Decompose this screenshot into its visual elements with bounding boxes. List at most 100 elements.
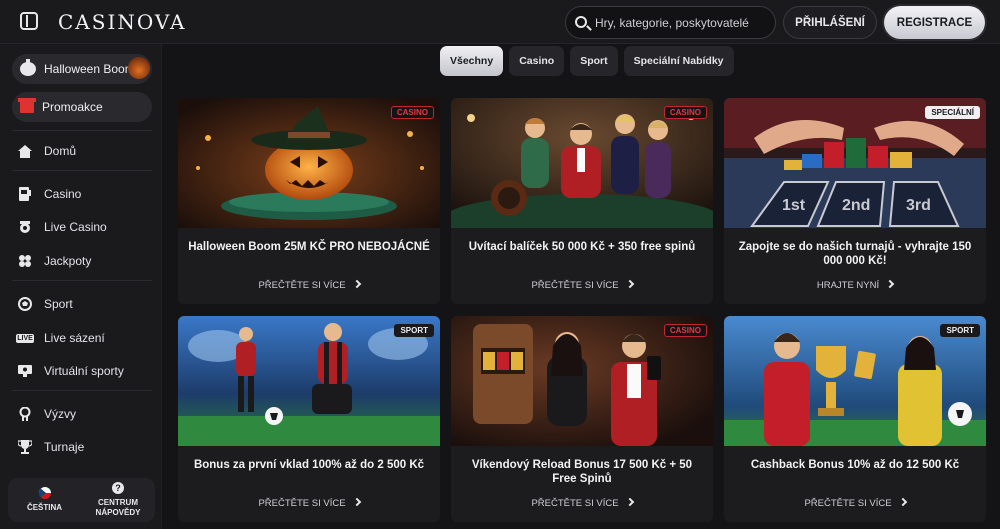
cta-label: PŘEČTĚTE SI VÍCE: [258, 280, 346, 291]
svg-text:3rd: 3rd: [906, 197, 931, 214]
sidebar-item-label: Domů: [44, 144, 77, 158]
medal-icon: [18, 407, 32, 421]
sidebar-item-label: Sport: [44, 297, 73, 311]
read-more-link[interactable]: PŘEČTĚTE SI VÍCE: [178, 497, 440, 509]
sidebar-item-label: Halloween Boom: [44, 62, 135, 76]
sidebar-item-sport[interactable]: Sport: [18, 294, 73, 314]
sidebar-item-label: Turnaje: [44, 440, 85, 454]
search-box[interactable]: [565, 6, 776, 39]
filter-special-offers[interactable]: Speciální Nabídky: [623, 46, 734, 76]
chevron-right-icon: [352, 497, 361, 507]
register-button[interactable]: REGISTRACE: [884, 6, 985, 39]
card-title: Zapojte se do našich turnajů - vyhrajte …: [738, 241, 972, 267]
cta-label: PŘEČTĚTE SI VÍCE: [804, 498, 892, 509]
play-now-link[interactable]: HRAJTE NYNÍ: [724, 279, 986, 291]
sidebar-item-live-casino[interactable]: Live Casino: [18, 217, 107, 237]
filter-sport[interactable]: Sport: [570, 46, 618, 76]
help-label-line1: CENTRUM: [98, 498, 138, 507]
divider: [12, 280, 152, 281]
read-more-link[interactable]: PŘEČTĚTE SI VÍCE: [724, 497, 986, 509]
sidebar-item-label: Virtuální sporty: [44, 364, 124, 378]
pumpkin-decoration: [128, 57, 150, 79]
cta-label: PŘEČTĚTE SI VÍCE: [531, 280, 619, 291]
sidebar: Halloween Boom Promoakce Domů Casino Liv…: [0, 44, 162, 529]
card-title: Víkendový Reload Bonus 17 500 Kč + 50 Fr…: [471, 459, 693, 485]
chevron-right-icon: [625, 279, 634, 289]
svg-text:2nd: 2nd: [842, 197, 870, 214]
chevron-right-icon: [352, 279, 361, 289]
filter-casino[interactable]: Casino: [509, 46, 565, 76]
sidebar-footer: ČEŠTINA ? CENTRUM NÁPOVĚDY: [8, 478, 155, 522]
chevron-right-icon: [625, 497, 634, 507]
search-icon: [575, 16, 587, 28]
help-center-button[interactable]: ? CENTRUM NÁPOVĚDY: [81, 478, 155, 522]
sidebar-item-label: Výzvy: [44, 407, 77, 421]
read-more-link[interactable]: PŘEČTĚTE SI VÍCE: [451, 497, 713, 509]
category-badge: CASINO: [663, 324, 707, 337]
pumpkin-icon: [20, 59, 36, 76]
card-title: Uvítací balíček 50 000 Kč + 350 free spi…: [468, 241, 696, 253]
sidebar-item-virtual-sports[interactable]: Virtuální sporty: [18, 361, 124, 381]
promo-card[interactable]: CASINO Halloween Boom 25M KČ PRO NEBOJÁC…: [178, 98, 440, 304]
sidebar-item-label: Promoakce: [42, 100, 103, 114]
divider: [12, 390, 152, 391]
live-badge-icon: LIVE: [16, 333, 34, 343]
cta-label: PŘEČTĚTE SI VÍCE: [258, 498, 346, 509]
card-title: Cashback Bonus 10% až do 12 500 Kč: [750, 459, 960, 471]
language-selector[interactable]: ČEŠTINA: [8, 478, 81, 522]
divider: [12, 170, 152, 171]
help-label: CENTRUM NÁPOVĚDY: [96, 498, 141, 518]
sidebar-item-halloween-boom[interactable]: Halloween Boom: [12, 54, 152, 84]
sidebar-item-live-betting[interactable]: LIVE Live sázení: [16, 328, 105, 348]
sidebar-item-casino[interactable]: Casino: [18, 184, 81, 204]
promo-card[interactable]: SPORT Bonus za první vklad 100% až do 2 …: [178, 316, 440, 522]
trophy-icon: [18, 440, 32, 454]
category-badge: CASINO: [390, 106, 434, 119]
category-badge: CASINO: [663, 106, 707, 119]
chevron-right-icon: [885, 279, 895, 289]
sidebar-toggle-icon[interactable]: [20, 12, 38, 30]
sidebar-item-home[interactable]: Domů: [18, 141, 76, 161]
slot-machine-icon: [18, 187, 32, 201]
logo[interactable]: CASINOVA: [58, 10, 186, 34]
czech-flag-icon: [38, 487, 51, 499]
promo-card[interactable]: CASINO Víkendový Reload Bonus 17 500 Kč …: [451, 316, 713, 522]
sidebar-item-jackpots[interactable]: Jackpoty: [18, 251, 91, 271]
sidebar-item-challenges[interactable]: Výzvy: [18, 404, 76, 424]
help-label-line2: NÁPOVĚDY: [95, 508, 141, 517]
svg-text:1st: 1st: [782, 197, 806, 214]
language-label: ČEŠTINA: [26, 503, 63, 512]
divider: [12, 130, 152, 131]
filter-all[interactable]: Všechny: [440, 46, 504, 76]
category-badge: SPORT: [394, 324, 434, 337]
card-title: Bonus za první vklad 100% až do 2 500 Kč: [193, 459, 425, 471]
promo-card[interactable]: CASINO Uvítací balíček 50 000 Kč + 350 f…: [451, 98, 713, 304]
home-icon: [18, 144, 32, 158]
top-bar: CASINOVA PŘIHLÁŠENÍ REGISTRACE: [0, 0, 1000, 44]
cta-label: HRAJTE NYNÍ: [816, 280, 880, 291]
chevron-right-icon: [898, 497, 907, 507]
category-badge: SPECIÁLNÍ: [925, 106, 980, 119]
sidebar-item-promoakce[interactable]: Promoakce: [12, 92, 152, 122]
read-more-link[interactable]: PŘEČTĚTE SI VÍCE: [451, 279, 713, 291]
sidebar-item-label: Live sázení: [44, 331, 105, 345]
promo-card[interactable]: 1st 2nd 3rd SPECIÁLNÍ Zapojte se do naši…: [724, 98, 986, 304]
live-casino-icon: [18, 220, 32, 234]
virtual-screen-icon: [18, 364, 32, 378]
sidebar-item-label: Jackpoty: [44, 254, 92, 268]
category-filters: Všechny Casino Sport Speciální Nabídky: [440, 46, 734, 76]
sidebar-item-label: Casino: [44, 187, 82, 201]
help-icon: ?: [112, 482, 124, 494]
read-more-link[interactable]: PŘEČTĚTE SI VÍCE: [178, 279, 440, 291]
sidebar-item-label: Live Casino: [44, 220, 107, 234]
promo-card[interactable]: SPORT Cashback Bonus 10% až do 12 500 Kč…: [724, 316, 986, 522]
category-badge: SPORT: [940, 324, 980, 337]
soccer-ball-icon: [18, 297, 32, 311]
card-title: Halloween Boom 25M KČ PRO NEBOJÁCNÉ: [188, 241, 430, 253]
clover-icon: [18, 254, 32, 268]
search-input[interactable]: [595, 7, 770, 38]
sidebar-item-tournaments[interactable]: Turnaje: [18, 437, 84, 457]
gift-icon: [18, 98, 36, 113]
cta-label: PŘEČTĚTE SI VÍCE: [531, 498, 619, 509]
login-button[interactable]: PŘIHLÁŠENÍ: [783, 6, 877, 39]
